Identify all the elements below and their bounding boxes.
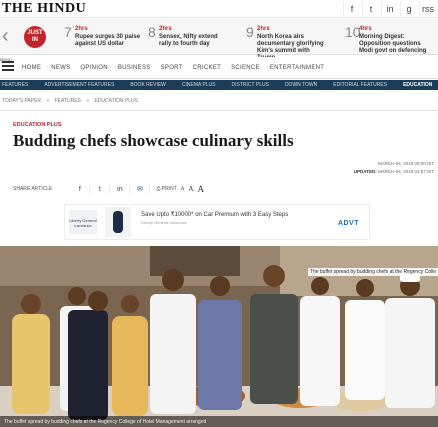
nav-item-news[interactable]: NEWS <box>51 65 70 71</box>
nav-item-business[interactable]: BUSINESS <box>118 65 151 71</box>
breadcrumb-todays-paper[interactable]: TODAY'S PAPER <box>2 98 41 104</box>
advertisement-banner[interactable]: Liberty General Insurance Save Upto ₹100… <box>64 204 370 240</box>
breadcrumb-separator: » <box>46 98 50 104</box>
font-size-large-button[interactable]: A <box>197 184 204 194</box>
site-logo[interactable]: THE HINDU <box>2 1 86 17</box>
top-bar: THE HINDU f t in g rss <box>0 0 438 18</box>
facebook-share-icon[interactable]: f <box>70 185 91 193</box>
photo-caption: The buffet spread by budding chefs at th… <box>0 416 438 427</box>
ticker-headline[interactable]: Sensex, Nifty extend rally to fourth day <box>159 34 231 48</box>
nav-item-science[interactable]: SCIENCE <box>231 65 260 71</box>
twitter-share-icon[interactable]: t <box>90 185 111 193</box>
divider <box>0 110 438 111</box>
sub-nav: FEATURES ADVERTISEMENT FEATURES BOOK REV… <box>0 80 438 90</box>
ad-mascot-image <box>105 207 131 237</box>
breadcrumb: TODAY'S PAPER » FEATURES » EDUCATION PLU… <box>2 98 142 104</box>
subnav-item-education[interactable]: EDUCATION <box>403 82 432 88</box>
just-in-ticker: ‹ JUST IN 7 2hrs Rupee surges 30 paise a… <box>0 19 438 61</box>
just-in-label: IN <box>32 37 38 43</box>
breadcrumb-education-plus[interactable]: EDUCATION PLUS <box>94 98 138 104</box>
just-in-badge: JUST IN <box>24 26 46 48</box>
ad-brand: Liberty General Insurance <box>141 220 188 225</box>
subnav-item-features[interactable]: FEATURES <box>2 82 28 88</box>
chevron-left-icon[interactable]: ‹ <box>2 25 9 47</box>
subnav-item-editorial-features[interactable]: EDITORIAL FEATURES <box>333 82 387 88</box>
ad-text: Save Upto ₹10000* on Car Premium with 3 … <box>141 212 289 218</box>
published-date: MARCH 04, 2019 00:00 IST <box>377 161 434 166</box>
section-label[interactable]: EDUCATION PLUS <box>13 122 61 128</box>
ticker-number: 8 <box>148 24 156 40</box>
nav-item-cricket[interactable]: CRICKET <box>193 65 221 71</box>
share-bar: SHARE ARTICLE f t in ✉ ⎙ PRINT A A A <box>13 184 204 194</box>
updated-date: UPDATED: MARCH 04, 2019 04:57 IST <box>354 169 434 174</box>
ticker-time: 4hrs <box>359 26 372 32</box>
ticker-time: 2hrs <box>159 26 172 32</box>
font-size-medium-button[interactable]: A <box>188 185 193 193</box>
main-nav: MENU HOME NEWS OPINION BUSINESS SPORT CR… <box>0 57 438 79</box>
linkedin-icon[interactable]: in <box>381 2 398 16</box>
subnav-item-cinema-plus[interactable]: CINEMA PLUS <box>182 82 216 88</box>
rss-icon[interactable]: rss <box>419 2 436 16</box>
nav-item-sport[interactable]: SPORT <box>161 65 183 71</box>
hamburger-menu-icon[interactable] <box>2 61 14 73</box>
subnav-item-district-plus[interactable]: DISTRICT PLUS <box>232 82 269 88</box>
subnav-item-book-review[interactable]: BOOK REVIEW <box>130 82 166 88</box>
print-label: PRINT <box>161 186 177 192</box>
ad-cta-button[interactable]: ADVT <box>338 220 359 227</box>
subnav-item-down-town[interactable]: DOWN TOWN <box>285 82 317 88</box>
nav-item-opinion[interactable]: OPINION <box>80 65 107 71</box>
breadcrumb-separator: » <box>86 98 90 104</box>
font-size-small-button[interactable]: A <box>181 187 185 192</box>
print-button[interactable]: ⎙ PRINT <box>156 186 176 192</box>
nav-item-home[interactable]: HOME <box>22 65 41 71</box>
ticker-number: 9 <box>246 24 254 40</box>
share-label: SHARE ARTICLE <box>13 186 53 192</box>
page-title: Budding chefs showcase culinary skills <box>13 131 294 150</box>
linkedin-share-icon[interactable]: in <box>110 185 131 193</box>
ticker-time: 2hrs <box>75 26 88 32</box>
article-photo[interactable]: The buffet spread by budding chefs at th… <box>0 246 438 427</box>
advertiser-logo: Liberty General Insurance <box>69 210 97 234</box>
ticker-number: 7 <box>64 24 72 40</box>
twitter-icon[interactable]: t <box>362 2 379 16</box>
ticker-time: 2hrs <box>257 26 270 32</box>
facebook-icon[interactable]: f <box>343 2 360 16</box>
ticker-headline[interactable]: Rupee surges 30 paise against US dollar <box>75 34 147 48</box>
updated-value: MARCH 04, 2019 04:57 IST <box>377 169 434 174</box>
photo-caption-overlay: The buffet spread by budding chefs at th… <box>307 268 438 276</box>
social-links: f t in g rss <box>341 2 436 16</box>
printer-icon: ⎙ <box>156 186 161 192</box>
breadcrumb-features[interactable]: FEATURES <box>55 98 81 104</box>
just-in-label: JUST <box>27 30 43 36</box>
updated-label: UPDATED: <box>353 169 377 174</box>
ticker-headline[interactable]: Morning Digest: Opposition questions Mod… <box>359 34 431 55</box>
email-share-icon[interactable]: ✉ <box>130 185 151 193</box>
nav-item-entertainment[interactable]: ENTERTAINMENT <box>270 65 324 71</box>
google-plus-icon[interactable]: g <box>400 2 417 16</box>
subnav-item-advertisement-features[interactable]: ADVERTISEMENT FEATURES <box>44 82 114 88</box>
